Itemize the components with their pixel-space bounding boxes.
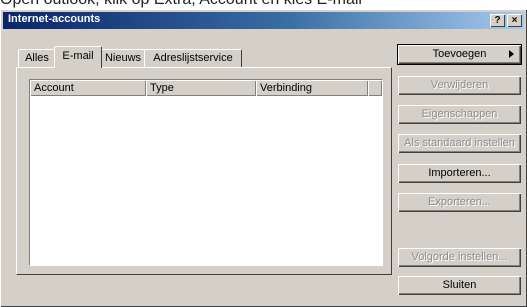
tab-alles[interactable]: Alles — [18, 49, 56, 67]
window-title: Internet-accounts — [8, 13, 101, 25]
help-button[interactable]: ? — [490, 14, 505, 27]
header-filler — [368, 80, 382, 96]
set-default-button[interactable]: Als standaard instellen — [398, 134, 521, 153]
column-header-account[interactable]: Account — [30, 80, 146, 96]
add-button-label: Toevoegen — [432, 48, 487, 60]
caption-text: Open outlook, klik op Extra, Account en … — [0, 0, 362, 9]
remove-button[interactable]: Verwijderen — [398, 76, 521, 95]
tab-nieuws[interactable]: Nieuws — [100, 49, 146, 67]
export-button[interactable]: Exporteren... — [398, 193, 521, 212]
accounts-list[interactable]: Account Type Verbinding — [29, 79, 383, 266]
properties-button[interactable]: Eigenschappen — [398, 105, 521, 124]
set-order-button[interactable]: Volgorde instellen... — [398, 248, 521, 267]
column-header-verbinding[interactable]: Verbinding — [256, 80, 368, 96]
import-button[interactable]: Importeren... — [398, 164, 521, 183]
column-header-type[interactable]: Type — [146, 80, 256, 96]
tab-adreslijstservice[interactable]: Adreslijstservice — [144, 49, 242, 67]
tab-e-mail[interactable]: E-mail — [54, 46, 102, 68]
title-bar[interactable]: Internet-accounts ? × — [3, 12, 524, 29]
chevron-right-icon — [509, 50, 514, 58]
tab-panel: Account Type Verbinding — [16, 67, 392, 275]
add-button[interactable]: Toevoegen — [398, 45, 521, 64]
close-button[interactable]: Sluiten — [398, 276, 521, 295]
internet-accounts-dialog: Internet-accounts ? × Alles E-mail Nieuw… — [0, 9, 527, 307]
close-icon[interactable]: × — [507, 14, 522, 27]
